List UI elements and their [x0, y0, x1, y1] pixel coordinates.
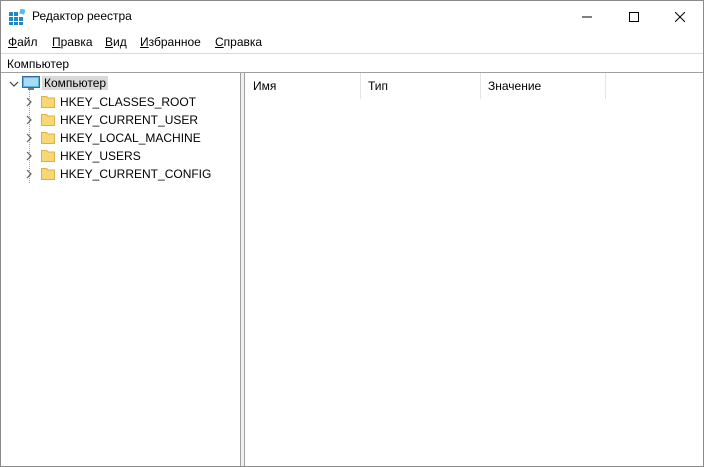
close-icon	[675, 11, 685, 22]
close-button[interactable]	[657, 1, 703, 32]
regedit-app-icon	[9, 8, 26, 25]
menu-bar: Файл Правка Вид Избранное Справка	[1, 32, 703, 52]
chevron-right-icon[interactable]	[24, 115, 34, 125]
folder-icon	[41, 132, 55, 144]
menu-file[interactable]: Файл	[8, 35, 38, 49]
column-header-value[interactable]: Значение	[481, 73, 606, 99]
menu-favorites-label: збранное	[148, 35, 201, 49]
column-header-name-label: Имя	[253, 79, 277, 93]
menu-favorites[interactable]: Избранное	[140, 35, 201, 49]
menu-favorites-accel: И	[140, 35, 149, 49]
registry-editor-window: Редактор реестра Файл Правка Вид Избранн…	[0, 0, 704, 467]
chevron-right-icon[interactable]	[24, 97, 34, 107]
menu-help-accel: С	[215, 35, 224, 49]
folder-icon	[41, 96, 55, 108]
tree-label-hkey-local-machine[interactable]: HKEY_LOCAL_MACHINE	[60, 131, 201, 145]
pane-splitter[interactable]	[241, 73, 245, 466]
column-header-value-label: Значение	[488, 79, 542, 93]
menu-view-label: ид	[113, 35, 127, 49]
computer-icon	[22, 76, 40, 90]
menu-edit[interactable]: Правка	[52, 35, 93, 49]
title-bar: Редактор реестра	[1, 1, 703, 32]
tree-label-hkey-current-user[interactable]: HKEY_CURRENT_USER	[60, 113, 198, 127]
folder-icon	[41, 150, 55, 162]
maximize-icon	[629, 11, 639, 22]
folder-icon	[41, 168, 55, 180]
folder-icon	[41, 114, 55, 126]
menu-file-accel: Ф	[8, 35, 18, 49]
minimize-icon	[582, 16, 592, 17]
chevron-right-icon[interactable]	[24, 151, 34, 161]
column-header-type[interactable]: Тип	[361, 73, 481, 99]
maximize-button[interactable]	[611, 1, 657, 32]
menu-file-label: айл	[17, 35, 38, 49]
menu-help-label: правка	[223, 35, 263, 49]
window-title: Редактор реестра	[32, 9, 132, 23]
address-path[interactable]: Компьютер	[7, 57, 69, 71]
minimize-button[interactable]	[564, 1, 610, 32]
menu-view[interactable]: Вид	[105, 35, 127, 49]
menu-edit-label: равка	[60, 35, 93, 49]
chevron-right-icon[interactable]	[24, 133, 34, 143]
tree-label-computer[interactable]: Компьютер	[42, 76, 109, 90]
menu-help[interactable]: Справка	[215, 35, 262, 49]
tree-label-hkey-users[interactable]: HKEY_USERS	[60, 149, 141, 163]
column-header-type-label: Тип	[368, 79, 389, 93]
column-header-name[interactable]: Имя	[246, 73, 361, 99]
values-list-pane[interactable]: Имя Тип Значение	[246, 73, 703, 466]
menu-edit-accel: П	[52, 35, 61, 49]
chevron-right-icon[interactable]	[24, 169, 34, 179]
chevron-down-icon[interactable]	[9, 79, 19, 89]
tree-label-hkey-current-config[interactable]: HKEY_CURRENT_CONFIG	[60, 167, 211, 181]
tree-label-hkey-classes-root[interactable]: HKEY_CLASSES_ROOT	[60, 95, 196, 109]
address-bar[interactable]: Компьютер	[1, 53, 703, 73]
menu-view-accel: В	[105, 35, 114, 49]
